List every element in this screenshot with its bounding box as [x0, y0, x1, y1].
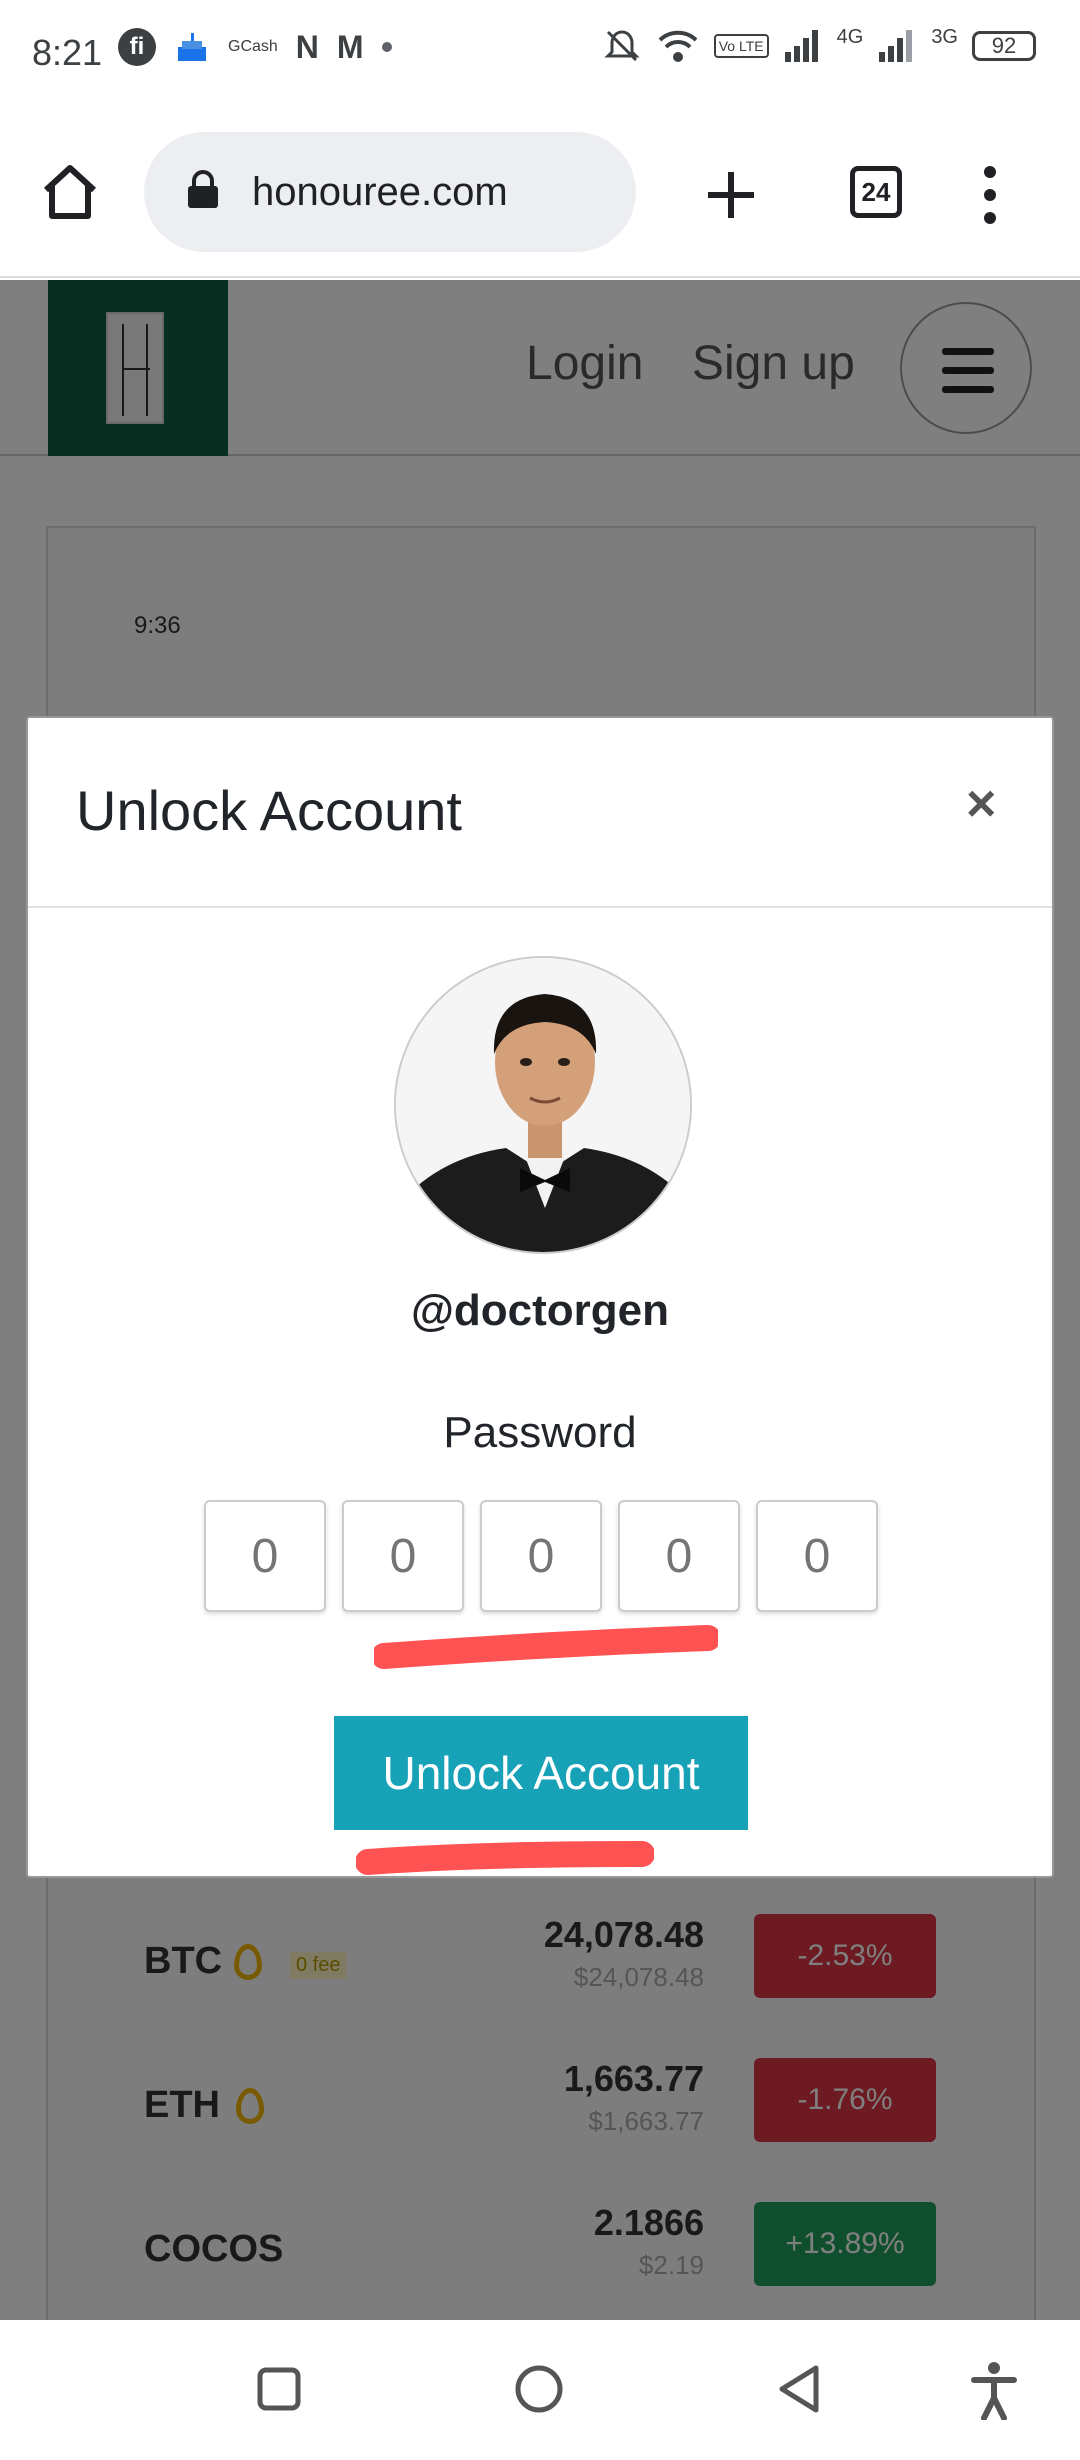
pin-digit-4[interactable] [618, 1500, 740, 1612]
pin-digit-5[interactable] [756, 1500, 878, 1612]
password-label: Password [443, 1408, 637, 1457]
gmail-icon: M [336, 28, 364, 65]
recents-square-icon[interactable] [256, 2366, 302, 2412]
close-icon[interactable]: × [966, 778, 996, 830]
bell-muted-icon [604, 30, 640, 62]
status-bar: 8:21 fi GCash N M Vo LTE 4G 3G 92 [0, 0, 1080, 110]
battery-icon: 92 [972, 31, 1036, 61]
browser-toolbar: honouree.com 24 [0, 110, 1080, 278]
profile-photo [396, 958, 690, 1252]
netflix-icon: N [295, 28, 319, 65]
pin-digit-2[interactable] [342, 1500, 464, 1612]
unlock-account-button[interactable]: Unlock Account [334, 1716, 748, 1830]
overflow-menu-icon[interactable] [984, 166, 996, 224]
pin-input-group [204, 1500, 878, 1612]
red-annotation-underline [374, 1625, 718, 1669]
fi-app-icon: fi [118, 28, 156, 66]
new-tab-icon[interactable] [704, 168, 758, 222]
home-icon[interactable] [40, 162, 100, 222]
volte-icon: Vo LTE [713, 34, 769, 58]
pin-digit-1[interactable] [204, 1500, 326, 1612]
status-icons-left: fi GCash N M [118, 28, 392, 66]
signal-icon [784, 30, 818, 62]
red-annotation-underline [356, 1841, 654, 1875]
unlock-account-modal: Unlock Account × @doctorgen Password Unl… [26, 716, 1054, 1878]
network-type-4g: 4G [836, 26, 864, 48]
more-notifications-dot-icon [381, 42, 392, 52]
url-text[interactable]: honouree.com [252, 170, 508, 215]
modal-header: Unlock Account × [28, 718, 1052, 908]
accessibility-icon[interactable] [970, 2360, 1018, 2420]
tab-switcher-button[interactable]: 24 [850, 166, 902, 218]
cake-icon [178, 33, 206, 61]
gcash-label: GCash [228, 38, 278, 55]
home-circle-icon[interactable] [514, 2364, 564, 2414]
avatar [394, 956, 692, 1254]
modal-title: Unlock Account [76, 779, 462, 842]
back-triangle-icon[interactable] [776, 2364, 822, 2414]
status-icons-right: Vo LTE 4G 3G 92 [602, 26, 1036, 66]
signal-icon-2 [879, 30, 913, 62]
status-time: 8:21 [32, 32, 103, 73]
address-bar[interactable]: honouree.com [144, 132, 636, 252]
username: @doctorgen [410, 1286, 669, 1335]
wifi-icon [658, 30, 698, 62]
network-type-3g: 3G [931, 26, 958, 48]
system-navigation-bar [0, 2320, 1080, 2460]
lock-icon[interactable] [186, 170, 220, 210]
pin-digit-3[interactable] [480, 1500, 602, 1612]
